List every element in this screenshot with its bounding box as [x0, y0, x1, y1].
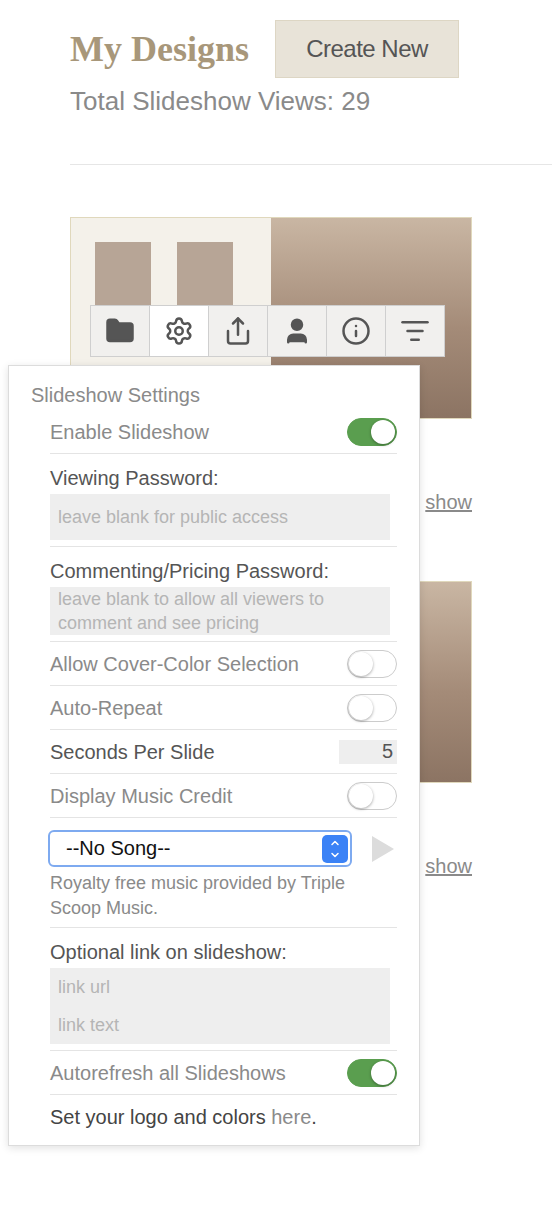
header: My Designs Create New [70, 20, 552, 78]
song-value: --No Song-- [66, 837, 170, 860]
toggle-knob [349, 784, 373, 808]
design-card: showSlideshow SettingsEnable SlideshowVi… [70, 217, 472, 515]
password-textarea[interactable] [50, 587, 390, 635]
gear-button[interactable] [149, 305, 209, 357]
design-list: showSlideshow SettingsEnable SlideshowVi… [70, 217, 472, 879]
row-label: Display Music Credit [50, 784, 232, 808]
link-input[interactable] [50, 976, 390, 998]
link-box [50, 968, 390, 1044]
toggle-switch[interactable] [347, 1059, 397, 1087]
row-label: Optional link on slideshow: [50, 940, 397, 964]
row-label: Commenting/Pricing Password: [50, 559, 397, 583]
popup-title: Slideshow Settings [31, 384, 397, 406]
seconds-input[interactable] [339, 740, 397, 764]
password-row: Commenting/Pricing Password: [50, 547, 397, 642]
toggle-row: Display Music Credit [50, 774, 397, 818]
settings-popup: Slideshow Settings Enable Slideshow Viewin… [8, 365, 420, 1146]
toggle-knob [371, 420, 395, 444]
row-label: Seconds Per Slide [50, 740, 215, 764]
toggle-knob [371, 1061, 395, 1085]
play-icon [370, 834, 396, 864]
password-row: Viewing Password: [50, 454, 397, 547]
views-count: Total Slideshow Views: 29 [70, 86, 552, 116]
toggle-switch[interactable] [347, 650, 397, 678]
photo [177, 242, 233, 306]
info-icon [341, 316, 371, 346]
row-label: Auto-Repeat [50, 696, 162, 720]
slideshow-link[interactable]: show [425, 853, 472, 879]
toggle-switch[interactable] [347, 694, 397, 722]
toggle-row: Allow Cover-Color Selection [50, 642, 397, 686]
slideshow-link[interactable]: show [425, 489, 472, 515]
design-toolbar [91, 305, 445, 357]
toggle-knob [349, 652, 373, 676]
play-button[interactable] [369, 833, 397, 865]
toggle-row: Auto-Repeat [50, 686, 397, 730]
song-row: --No Song-- Royalty free music provided b… [50, 818, 397, 928]
info-button[interactable] [326, 305, 386, 357]
song-select[interactable]: --No Song-- [48, 830, 352, 867]
link-input[interactable] [50, 1014, 390, 1036]
row-label: Viewing Password: [50, 466, 397, 490]
row-label: Allow Cover-Color Selection [50, 652, 299, 676]
person-icon [282, 316, 312, 346]
photo [95, 242, 151, 306]
row-label: Enable Slideshow [50, 420, 209, 444]
link-row: Optional link on slideshow: [50, 928, 397, 1051]
share-icon [223, 316, 253, 346]
share-button[interactable] [208, 305, 268, 357]
toggle-knob [349, 696, 373, 720]
select-arrows-icon [322, 835, 348, 863]
music-note: Royalty free music provided by Triple Sc… [50, 871, 397, 921]
colors-link[interactable]: here [271, 1106, 311, 1128]
toggle-switch[interactable] [347, 418, 397, 446]
toggle-row: Enable Slideshow [50, 410, 397, 454]
gear-icon [164, 316, 194, 346]
sort-button[interactable] [385, 305, 445, 357]
footer-text: Set your logo and colors here. [50, 1105, 317, 1129]
toggle-row: Autorefresh all Slideshows [50, 1051, 397, 1095]
page: My Designs Create New Total Slideshow View… [0, 0, 552, 879]
page-title: My Designs [70, 28, 249, 70]
row-label: Autorefresh all Slideshows [50, 1061, 286, 1085]
footer-row: Set your logo and colors here. [50, 1095, 397, 1139]
folder-icon [105, 316, 135, 346]
number-row: Seconds Per Slide [50, 730, 397, 774]
person-button[interactable] [267, 305, 327, 357]
password-input[interactable] [50, 494, 390, 540]
toggle-switch[interactable] [347, 782, 397, 810]
divider [70, 164, 552, 165]
create-button[interactable]: Create New [275, 20, 459, 78]
sort-icon [400, 316, 430, 346]
folder-button[interactable] [90, 305, 150, 357]
